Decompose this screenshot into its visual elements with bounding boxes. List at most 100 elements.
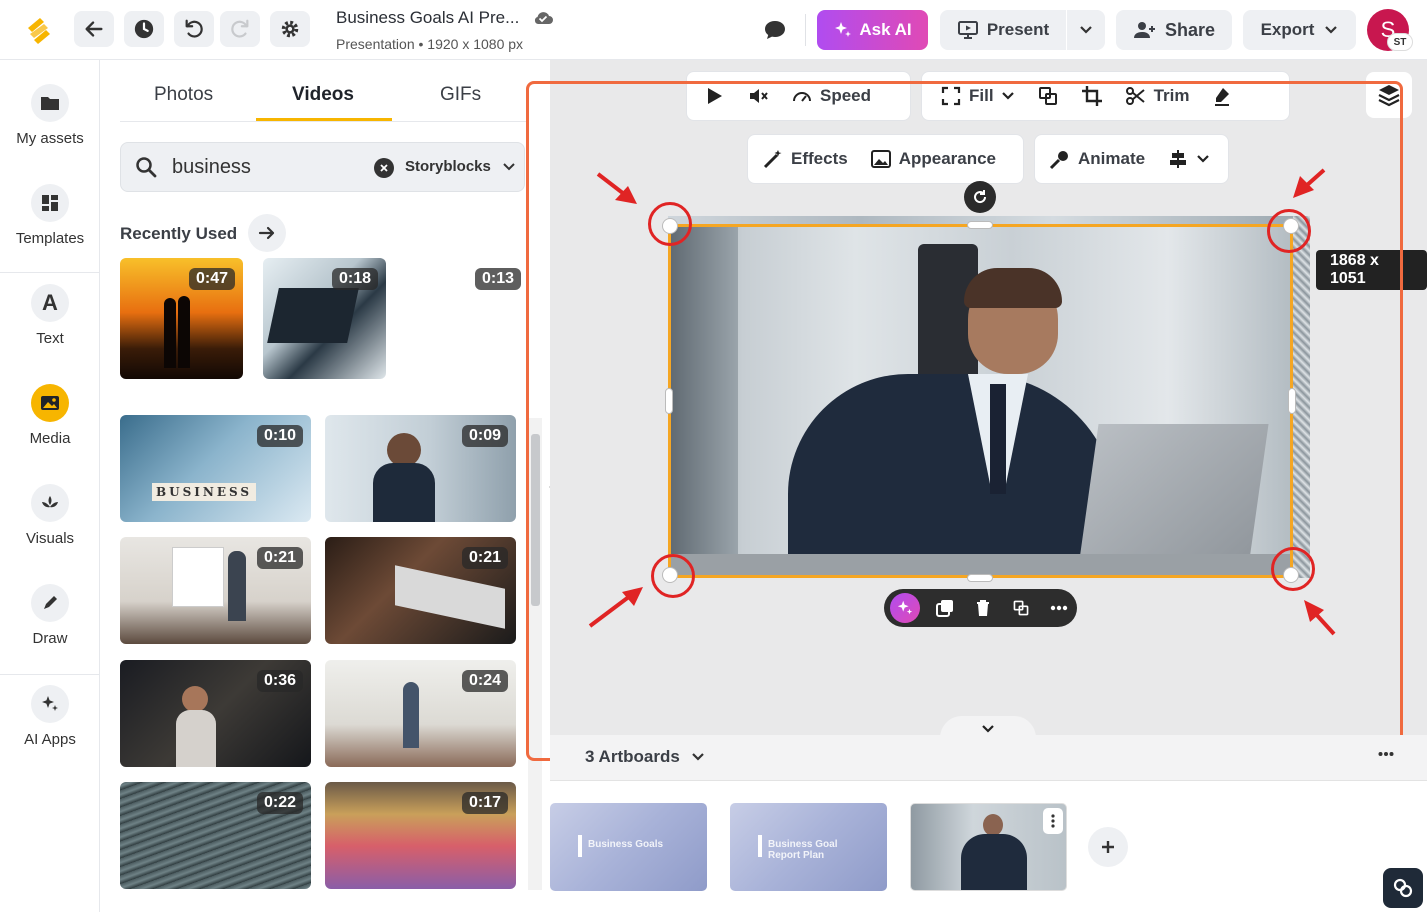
duration-badge: 0:18 <box>331 268 378 290</box>
person-standing <box>403 682 419 748</box>
comment-icon[interactable] <box>762 18 788 42</box>
artboard-title: Business Goal Report Plan <box>768 839 838 861</box>
gear-icon <box>281 20 299 38</box>
recently-used-more-button[interactable] <box>248 214 286 252</box>
document-subtitle: Presentation • 1920 x 1080 px <box>336 36 524 52</box>
nav-item-media[interactable]: Media <box>0 384 100 447</box>
folder-icon <box>41 97 59 110</box>
nav-item-text[interactable]: A Text <box>0 284 100 347</box>
app-logo-icon[interactable] <box>22 14 56 48</box>
silhouette <box>164 298 176 368</box>
add-artboard-button[interactable] <box>1088 827 1128 867</box>
chevron-down-icon <box>691 753 704 761</box>
chevron-down-icon <box>503 162 515 170</box>
artboard-options-button[interactable] <box>1043 808 1063 834</box>
search-input[interactable]: business <box>172 156 251 179</box>
share-label: Share <box>1164 19 1216 40</box>
chevron-down-icon <box>982 725 994 733</box>
more-horizontal-icon[interactable] <box>1378 751 1394 757</box>
duration-badge: 0:10 <box>256 425 303 447</box>
artboard-filmstrip: Business Goals Business Goal Report Plan <box>550 781 1427 912</box>
arrow-right-icon <box>258 226 275 240</box>
redo-button[interactable] <box>220 11 260 47</box>
video-thumbnail[interactable]: 0:22 <box>120 782 311 889</box>
person-body <box>176 710 216 767</box>
artboard-thumbnail[interactable]: Business Goal Report Plan <box>730 803 887 891</box>
person-head <box>182 686 208 712</box>
nav-item-templates[interactable]: Templates <box>0 184 100 247</box>
artboard-thumbnail-active[interactable] <box>910 803 1067 891</box>
video-thumbnail[interactable]: 0:47 <box>120 258 243 379</box>
search-icon <box>136 157 157 178</box>
duration-badge: 0:21 <box>256 547 303 569</box>
video-thumbnail[interactable]: 0:13 <box>406 258 529 379</box>
pen-icon <box>44 596 57 609</box>
video-thumbnail[interactable]: 0:17 <box>325 782 516 889</box>
undo-button[interactable] <box>174 11 214 47</box>
nav-icon-wrap <box>31 584 69 622</box>
business-tiles: BUSINESS <box>152 483 257 501</box>
nav-icon-wrap <box>31 84 69 122</box>
settings-button[interactable] <box>270 11 310 47</box>
nav-item-visuals[interactable]: Visuals <box>0 484 100 547</box>
present-icon <box>957 21 978 39</box>
arrow-left-icon <box>85 21 103 37</box>
export-button[interactable]: Export <box>1243 10 1356 50</box>
avatar-badge: ST <box>1387 33 1413 51</box>
title-bar <box>578 835 582 857</box>
duration-badge: 0:22 <box>256 792 303 814</box>
back-button[interactable] <box>74 11 114 47</box>
top-bar: Business Goals AI Pre... Presentation • … <box>0 0 1427 60</box>
video-thumbnail[interactable]: 0:09 <box>325 415 516 522</box>
nav-label: Visuals <box>25 530 75 547</box>
nav-label: Draw <box>32 630 68 647</box>
tab-videos[interactable]: Videos <box>292 84 354 106</box>
nav-label: My assets <box>16 130 84 147</box>
ask-ai-button[interactable]: Ask AI <box>817 10 928 50</box>
document-title[interactable]: Business Goals AI Pre... <box>336 8 519 28</box>
chevron-down-icon <box>1080 26 1092 34</box>
artboards-dropdown[interactable]: 3 Artboards <box>585 747 705 767</box>
video-thumbnail[interactable]: 0:21 <box>325 537 516 644</box>
media-icon <box>41 396 59 410</box>
ask-ai-label: Ask AI <box>859 20 912 39</box>
visuals-icon <box>42 496 58 508</box>
artboard-thumbnail[interactable]: Business Goals <box>550 803 707 891</box>
header-divider <box>805 14 806 46</box>
nav-icon-wrap <box>31 384 69 422</box>
video-thumbnail[interactable]: BUSINESS 0:10 <box>120 415 311 522</box>
person-standing <box>228 551 246 621</box>
video-thumbnail[interactable]: 0:21 <box>120 537 311 644</box>
nav-icon-wrap <box>31 484 69 522</box>
video-thumbnail[interactable]: 0:18 <box>263 258 386 379</box>
nav-label: AI Apps <box>24 731 76 748</box>
nav-item-draw[interactable]: Draw <box>0 584 100 647</box>
media-tabs: Photos Videos GIFs <box>120 60 528 122</box>
present-dropdown-button[interactable] <box>1067 10 1105 50</box>
person-suit <box>961 834 1027 890</box>
share-button[interactable]: Share <box>1116 10 1232 50</box>
text-icon: A <box>42 290 58 315</box>
video-thumbnail[interactable]: 0:36 <box>120 660 311 767</box>
nav-item-my-assets[interactable]: My assets <box>0 84 100 147</box>
clear-search-button[interactable] <box>374 158 394 178</box>
laptop-screen <box>267 288 359 343</box>
source-dropdown[interactable]: Storyblocks <box>405 158 515 175</box>
history-button[interactable] <box>124 11 164 47</box>
present-button[interactable]: Present <box>940 10 1066 50</box>
tab-photos[interactable]: Photos <box>154 84 213 106</box>
artboards-label: 3 Artboards <box>585 747 680 766</box>
nav-item-ai-apps[interactable]: AI Apps <box>0 685 100 748</box>
nav-label: Media <box>29 430 71 447</box>
person-head <box>387 433 421 467</box>
nav-icon-wrap <box>31 685 69 723</box>
duration-badge: 0:17 <box>461 792 508 814</box>
present-label: Present <box>986 20 1050 39</box>
add-user-icon <box>1133 22 1155 38</box>
tab-gifs[interactable]: GIFs <box>440 84 481 106</box>
help-widget-button[interactable] <box>1383 868 1423 908</box>
undo-icon <box>185 19 203 38</box>
search-box: business Storyblocks <box>120 142 525 192</box>
video-thumbnail[interactable]: 0:24 <box>325 660 516 767</box>
nav-label: Templates <box>15 230 85 247</box>
